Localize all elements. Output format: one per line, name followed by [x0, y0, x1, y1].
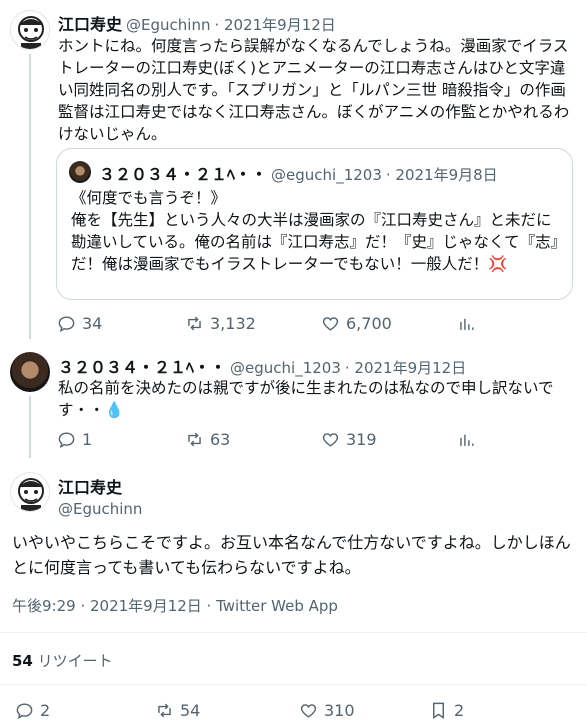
tweet-metadata: 午後9:29 · 2021年9月12日 · Twitter Web App	[12, 595, 338, 616]
user-handle[interactable]: @eguchi_1203	[230, 359, 341, 377]
retweet-stat-label: リツイート	[37, 652, 113, 670]
retweet-button[interactable]: 3,132	[184, 313, 320, 333]
tweet-header: ３２０３４・２１ﾍ・・ @eguchi_1203 · 2021年9月12日	[58, 354, 466, 378]
retweet-stats[interactable]: 54 リツイート	[12, 650, 113, 671]
display-name[interactable]: 江口寿史	[58, 11, 122, 35]
tweet-date: · 2021年9月8日	[385, 166, 498, 184]
bookmark-icon	[428, 700, 448, 720]
analytics-button[interactable]	[456, 429, 476, 449]
like-icon	[320, 429, 340, 449]
analytics-icon	[456, 429, 476, 449]
like-icon	[298, 700, 318, 720]
tweet-timestamp[interactable]: 午後9:29 · 2021年9月12日 ·	[12, 597, 216, 615]
quoted-tweet[interactable]: ３２０３４・２１ﾍ・・ @eguchi_1203 · 2021年9月8日 《何度…	[56, 148, 573, 300]
like-count: 319	[346, 429, 377, 449]
retweet-icon	[184, 429, 204, 449]
display-name: ３２０３４・２１ﾍ・・	[99, 165, 268, 184]
reply-count: 34	[82, 313, 103, 333]
reply-button[interactable]: 2	[14, 700, 154, 720]
like-count: 310	[324, 700, 355, 720]
like-button[interactable]: 6,700	[320, 313, 456, 333]
reply-count: 2	[40, 700, 51, 720]
main-action-bar: 2 54 310 2	[14, 700, 574, 720]
reply-icon	[56, 313, 76, 333]
avatar[interactable]	[10, 10, 50, 50]
analytics-button[interactable]	[456, 313, 476, 333]
reply-icon	[56, 429, 76, 449]
quote-text: 《何度でも言うぞ！》 俺を【先生】という人々の大半は漫画家の『江口寿史さん』と未…	[71, 189, 559, 273]
tweet-client[interactable]: Twitter Web App	[216, 597, 338, 615]
reply-button[interactable]: 34	[56, 313, 184, 333]
retweet-stat-count: 54	[12, 652, 33, 670]
retweet-icon	[184, 313, 204, 333]
quote-header: ３２０３４・２１ﾍ・・ @eguchi_1203 · 2021年9月8日	[99, 161, 498, 185]
reply-count: 1	[82, 429, 93, 449]
bookmark-count: 2	[454, 700, 465, 720]
tweet-text: 私の名前を決めたのは親ですが後に生まれたのは私なので申し訳ないです・・💧	[58, 379, 554, 419]
action-bar: 1 63 319	[56, 429, 476, 449]
tweet-text: ホントにね。何度言ったら誤解がなくなるんでしょうね。漫画家でイラストレーターの江…	[58, 37, 570, 143]
user-handle: @eguchi_1203	[271, 166, 382, 184]
retweet-count: 63	[210, 429, 231, 449]
tweet-header: 江口寿史 @Eguchinn · 2021年9月12日	[58, 11, 336, 35]
avatar[interactable]	[10, 352, 50, 392]
user-handle[interactable]: @Eguchinn	[58, 500, 142, 518]
like-button[interactable]: 310	[298, 700, 428, 720]
tweet-date[interactable]: · 2021年9月12日	[214, 14, 335, 35]
thread-line	[29, 396, 31, 458]
retweet-button[interactable]: 54	[154, 700, 298, 720]
display-name[interactable]: 江口寿史	[58, 474, 142, 498]
user-handle[interactable]: @Eguchinn	[126, 16, 210, 34]
main-author: 江口寿史 @Eguchinn	[58, 474, 142, 518]
divider	[0, 684, 587, 685]
action-bar: 34 3,132 6,700	[56, 313, 476, 333]
like-icon	[320, 313, 340, 333]
tweet-text: いやいやこちらこそですよ。お互い本名なんで仕方ないですよね。しかしほんとに何度言…	[12, 533, 571, 577]
retweet-count: 3,132	[210, 313, 256, 333]
like-button[interactable]: 319	[320, 429, 456, 449]
avatar	[69, 161, 91, 183]
thread-line	[29, 54, 31, 339]
retweet-button[interactable]: 63	[184, 429, 320, 449]
tweet-date[interactable]: · 2021年9月12日	[345, 357, 466, 378]
divider	[0, 632, 587, 633]
reply-icon	[14, 700, 34, 720]
reply-button[interactable]: 1	[56, 429, 184, 449]
bookmark-button[interactable]: 2	[428, 700, 464, 720]
like-count: 6,700	[346, 313, 392, 333]
retweet-count: 54	[180, 700, 201, 720]
display-name[interactable]: ３２０３４・２１ﾍ・・	[58, 354, 226, 378]
analytics-icon	[456, 313, 476, 333]
retweet-icon	[154, 700, 174, 720]
avatar[interactable]	[10, 472, 50, 512]
